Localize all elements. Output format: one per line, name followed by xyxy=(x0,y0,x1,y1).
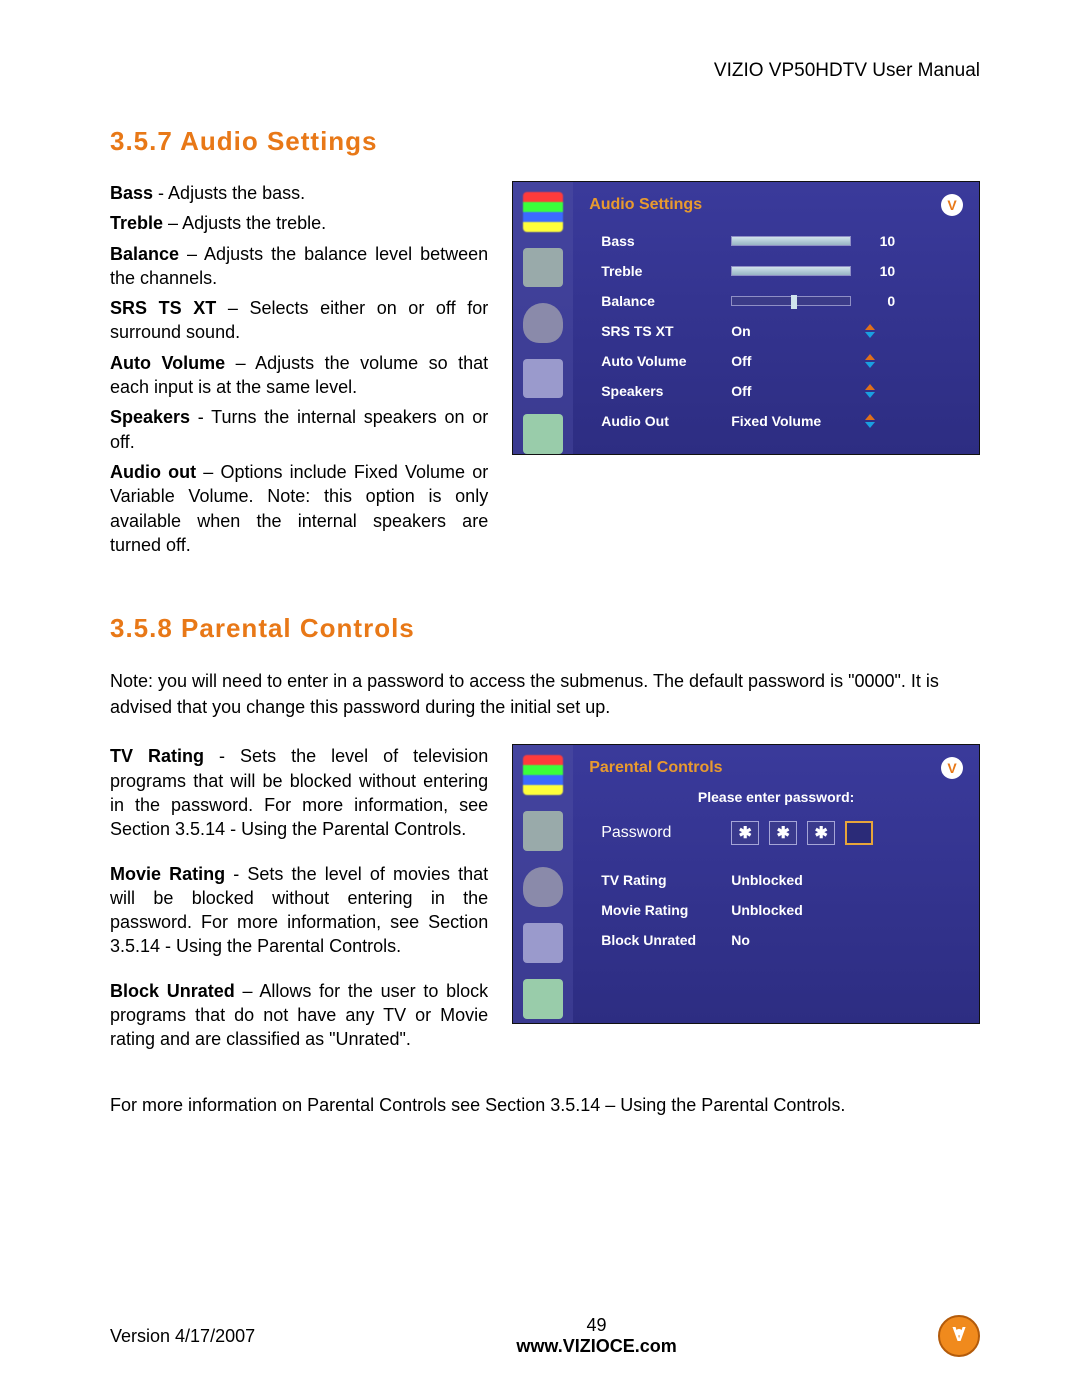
footer-page-number: 49 xyxy=(255,1315,938,1336)
desc-treble: Adjusts the treble. xyxy=(182,213,326,233)
osd-row-tvrating: TV Rating Unblocked xyxy=(601,865,963,895)
term-speakers: Speakers xyxy=(110,407,190,427)
speaker-icon xyxy=(523,303,563,343)
osd-row-blockunrated: Block Unrated No xyxy=(601,925,963,955)
parental-outro: For more information on Parental Control… xyxy=(110,1092,980,1118)
audioout-value[interactable]: Fixed Volume xyxy=(731,413,851,429)
term-movierating: Movie Rating xyxy=(110,864,225,884)
speaker-icon xyxy=(523,867,563,907)
term-treble: Treble xyxy=(110,213,163,233)
osd-parental-controls: Parental Controls V Please enter passwor… xyxy=(512,744,980,1024)
osd-row-autovol: Auto Volume Off xyxy=(601,346,963,376)
osd-row-srs: SRS TS XT On xyxy=(601,316,963,346)
osd-row-speakers: Speakers Off xyxy=(601,376,963,406)
osd-row-audioout: Audio Out Fixed Volume xyxy=(601,406,963,436)
footer-version: Version 4/17/2007 xyxy=(110,1326,255,1347)
vizio-badge-icon: V xyxy=(941,757,963,779)
updown-arrows-icon[interactable] xyxy=(861,353,879,369)
desc-bass: Adjusts the bass. xyxy=(168,183,305,203)
balance-slider[interactable] xyxy=(731,296,851,306)
updown-arrows-icon[interactable] xyxy=(861,323,879,339)
osd-row-balance: Balance 0 xyxy=(601,286,963,316)
term-audioout: Audio out xyxy=(110,462,196,482)
footer-url: www.VIZIOCE.com xyxy=(255,1336,938,1357)
movierating-value[interactable]: Unblocked xyxy=(731,902,851,918)
term-tvrating: TV Rating xyxy=(110,746,204,766)
tvrating-value[interactable]: Unblocked xyxy=(731,872,851,888)
osd-row-bass: Bass 10 xyxy=(601,226,963,256)
setup-icon xyxy=(523,414,563,454)
vizio-badge-icon: V xyxy=(941,194,963,216)
speakers-value[interactable]: Off xyxy=(731,383,851,399)
term-srs: SRS TS XT xyxy=(110,298,216,318)
header-manual-title: VIZIO VP50HDTV User Manual xyxy=(110,60,980,82)
updown-arrows-icon[interactable] xyxy=(861,413,879,429)
osd-audio-settings: Audio Settings V Bass 10 Treble 10 xyxy=(512,181,980,455)
password-digit-4[interactable] xyxy=(845,821,873,845)
parental-intro: Note: you will need to enter in a passwo… xyxy=(110,668,980,720)
tv-icon xyxy=(523,248,563,288)
bass-value: 10 xyxy=(861,233,895,249)
page: VIZIO VP50HDTV User Manual 3.5.7 Audio S… xyxy=(0,0,1080,1397)
osd-title-audio: Audio Settings xyxy=(589,196,702,214)
section-parental-controls: 3.5.8 Parental Controls Note: you will n… xyxy=(110,613,980,1118)
picture-icon xyxy=(523,192,563,232)
osd-row-movierating: Movie Rating Unblocked xyxy=(601,895,963,925)
lock-icon xyxy=(523,359,563,399)
lock-icon xyxy=(523,923,563,963)
term-blockunrated: Block Unrated xyxy=(110,981,235,1001)
page-footer: Version 4/17/2007 49 www.VIZIOCE.com V xyxy=(110,1315,980,1357)
picture-icon xyxy=(523,755,563,795)
treble-slider[interactable] xyxy=(731,266,851,276)
audio-descriptions: Bass - Adjusts the bass. Treble – Adjust… xyxy=(110,181,488,563)
osd-row-treble: Treble 10 xyxy=(601,256,963,286)
autovol-value[interactable]: Off xyxy=(731,353,851,369)
osd-title-parental: Parental Controls xyxy=(589,759,722,777)
bass-slider[interactable] xyxy=(731,236,851,246)
treble-value: 10 xyxy=(861,263,895,279)
osd-row-password: Password ✱ ✱ ✱ xyxy=(601,815,963,851)
updown-arrows-icon[interactable] xyxy=(861,383,879,399)
osd-sidebar xyxy=(513,182,573,454)
section-audio-settings: 3.5.7 Audio Settings Bass - Adjusts the … xyxy=(110,126,980,563)
password-digit-1[interactable]: ✱ xyxy=(731,821,759,845)
heading-audio-settings: 3.5.7 Audio Settings xyxy=(110,126,980,157)
srs-value[interactable]: On xyxy=(731,323,851,339)
password-prompt: Please enter password: xyxy=(589,789,963,805)
term-bass: Bass xyxy=(110,183,153,203)
heading-parental-controls: 3.5.8 Parental Controls xyxy=(110,613,980,644)
password-digit-3[interactable]: ✱ xyxy=(807,821,835,845)
setup-icon xyxy=(523,979,563,1019)
parental-descriptions: TV Rating - Sets the level of television… xyxy=(110,744,488,1071)
password-digit-2[interactable]: ✱ xyxy=(769,821,797,845)
osd-sidebar xyxy=(513,745,573,1023)
balance-value: 0 xyxy=(861,293,895,309)
term-autovol: Auto Volume xyxy=(110,353,225,373)
blockunrated-value[interactable]: No xyxy=(731,932,851,948)
vizio-logo-icon: V xyxy=(938,1315,980,1357)
tv-icon xyxy=(523,811,563,851)
term-balance: Balance xyxy=(110,244,179,264)
